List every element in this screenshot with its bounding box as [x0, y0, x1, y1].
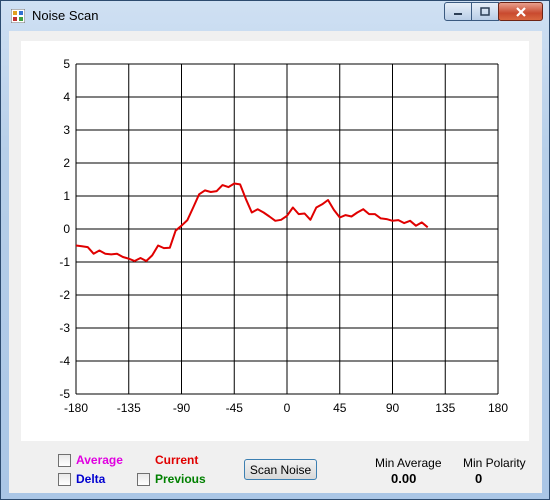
y-tick-label: 2: [63, 156, 70, 170]
noise-chart-svg: 5 4 3 2 1 0 -1 -2 -3 -4 -5-180 -135 -90 -45 0 45 90 135 18…: [59, 57, 508, 415]
noise-scan-window: Noise Scan 5 4 3 2 1 0 -1 -2 -3 -4 -5 -180 -135 -90 -4…: [0, 0, 550, 500]
x-tick-label: 0: [284, 401, 291, 415]
delta-checkbox[interactable]: [58, 473, 71, 486]
min-average-value: 0.00: [391, 471, 417, 486]
close-icon: [515, 6, 526, 17]
min-polarity-value: 0: [475, 471, 483, 486]
y-tick-label: 3: [63, 123, 70, 137]
maximize-button[interactable]: [471, 2, 499, 21]
window-title: Noise Scan: [32, 8, 99, 23]
maximize-icon: [480, 6, 490, 16]
app-icon: [11, 9, 25, 23]
x-tick-label: 135: [435, 401, 455, 415]
scan-noise-button[interactable]: Scan Noise: [244, 459, 317, 480]
y-tick-label: -2: [59, 288, 70, 302]
y-tick-label: 4: [63, 90, 70, 104]
y-tick-label: -3: [59, 321, 70, 335]
current-label: Current: [155, 453, 199, 467]
y-tick-label: 5: [63, 57, 70, 71]
x-tick-label: 90: [386, 401, 400, 415]
y-tick-label: -1: [59, 255, 70, 269]
title-bar[interactable]: Noise Scan: [1, 1, 549, 31]
minimize-button[interactable]: [444, 2, 472, 21]
average-label: Average: [76, 453, 123, 467]
x-tick-label: -90: [173, 401, 191, 415]
min-average-label: Min Average: [375, 456, 442, 470]
noise-chart: 5 4 3 2 1 0 -1 -2 -3 -4 -5 -180 -135 -90 -45 0 45 90 135 18…: [21, 41, 529, 441]
close-button[interactable]: [498, 2, 543, 21]
x-tick-label: -45: [226, 401, 244, 415]
min-polarity-label: Min Polarity: [463, 456, 526, 470]
y-tick-label: 1: [63, 189, 70, 203]
x-tick-label: 45: [333, 401, 347, 415]
previous-label: Previous: [155, 472, 206, 486]
x-tick-label: 180: [488, 401, 508, 415]
minimize-icon: [454, 12, 462, 15]
x-tick-label: -135: [117, 401, 141, 415]
client-area: 5 4 3 2 1 0 -1 -2 -3 -4 -5 -180 -135 -90 -45 0 45 90 135 18…: [9, 31, 542, 493]
previous-checkbox[interactable]: [137, 473, 150, 486]
y-tick-label: 0: [63, 222, 70, 236]
delta-label: Delta: [76, 472, 106, 486]
y-tick-label: -4: [59, 354, 70, 368]
x-tick-label: -180: [64, 401, 88, 415]
average-checkbox[interactable]: [58, 454, 71, 467]
y-tick-label: -5: [59, 387, 70, 401]
